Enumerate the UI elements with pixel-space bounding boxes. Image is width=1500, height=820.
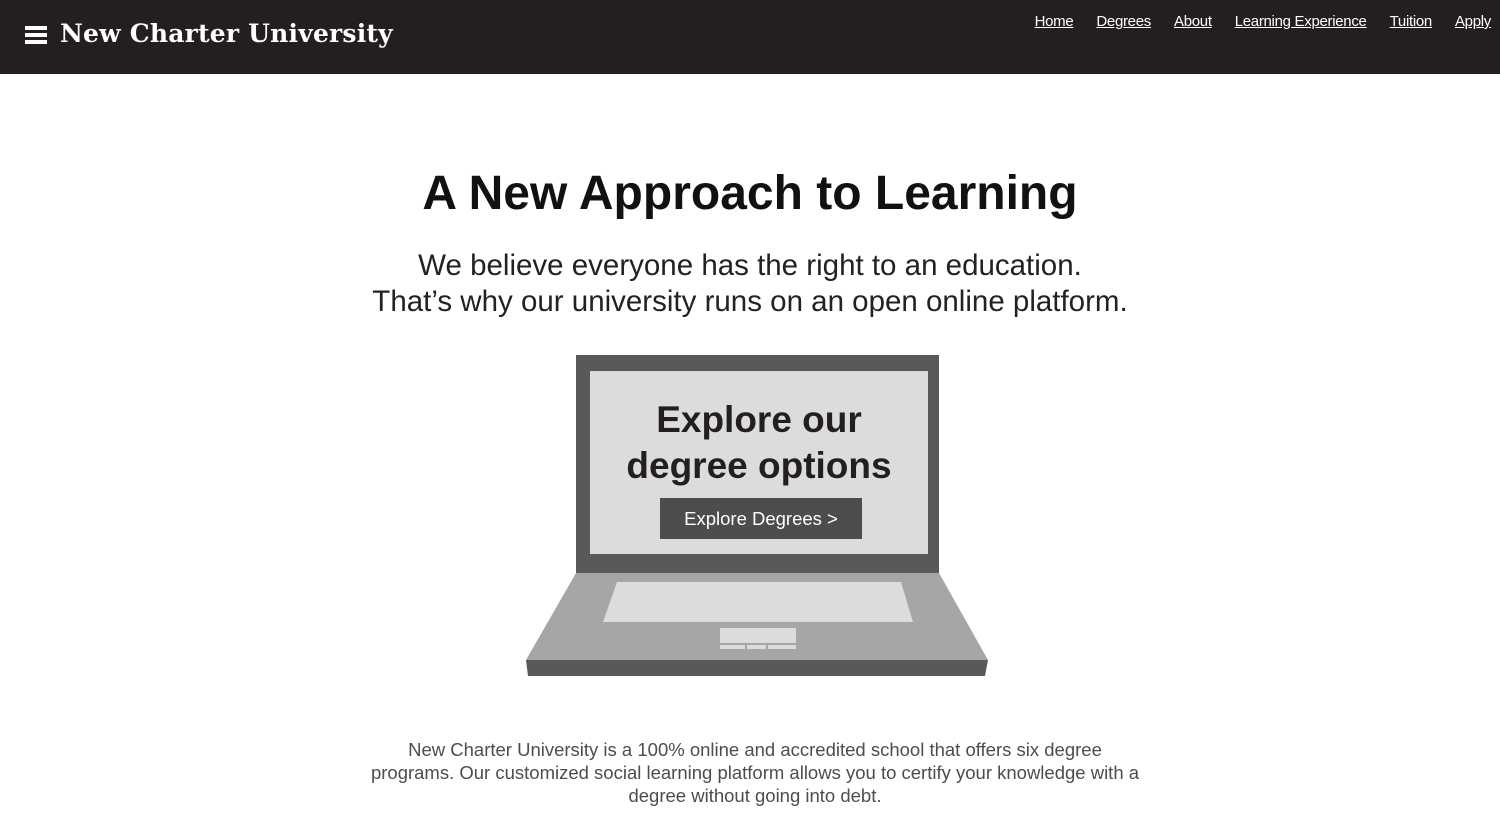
top-navigation-bar: New Charter University Home Degrees Abou…	[0, 0, 1500, 74]
site-brand[interactable]: New Charter University	[60, 16, 393, 52]
screen-title: Explore our degree options	[590, 397, 928, 489]
laptop-trackpad-button-left	[720, 645, 745, 649]
hamburger-menu-icon[interactable]	[25, 26, 47, 44]
laptop-trackpad-button-right	[768, 645, 796, 649]
laptop-base-edge	[526, 660, 988, 676]
main-nav: Home Degrees About Learning Experience T…	[1035, 13, 1492, 30]
nav-link-learning-experience[interactable]: Learning Experience	[1235, 13, 1367, 30]
screen-title-line-2: degree options	[626, 445, 892, 486]
laptop-keyboard-area	[603, 582, 913, 622]
university-description: New Charter University is a 100% online …	[370, 738, 1140, 806]
hero-subtitle-line-1: We believe everyone has the right to an …	[418, 249, 1082, 282]
laptop-screen-frame: Explore our degree options Explore Degre…	[576, 355, 939, 573]
laptop-screen: Explore our degree options Explore Degre…	[590, 371, 928, 554]
laptop-trackpad-button-middle	[747, 645, 766, 649]
nav-link-about[interactable]: About	[1174, 13, 1212, 30]
laptop-keyboard-base	[526, 573, 988, 676]
laptop-trackpad	[720, 628, 796, 643]
hero-subtitle-line-2: That’s why our university runs on an ope…	[372, 285, 1128, 318]
nav-link-degrees[interactable]: Degrees	[1096, 13, 1151, 30]
nav-link-apply[interactable]: Apply	[1455, 13, 1491, 30]
hero-title: A New Approach to Learning	[422, 167, 1078, 220]
explore-degrees-button[interactable]: Explore Degrees >	[660, 498, 862, 539]
laptop-illustration: Explore our degree options Explore Degre…	[525, 355, 989, 677]
nav-link-home[interactable]: Home	[1035, 13, 1074, 30]
screen-title-line-1: Explore our	[656, 399, 862, 440]
nav-link-tuition[interactable]: Tuition	[1390, 13, 1433, 30]
